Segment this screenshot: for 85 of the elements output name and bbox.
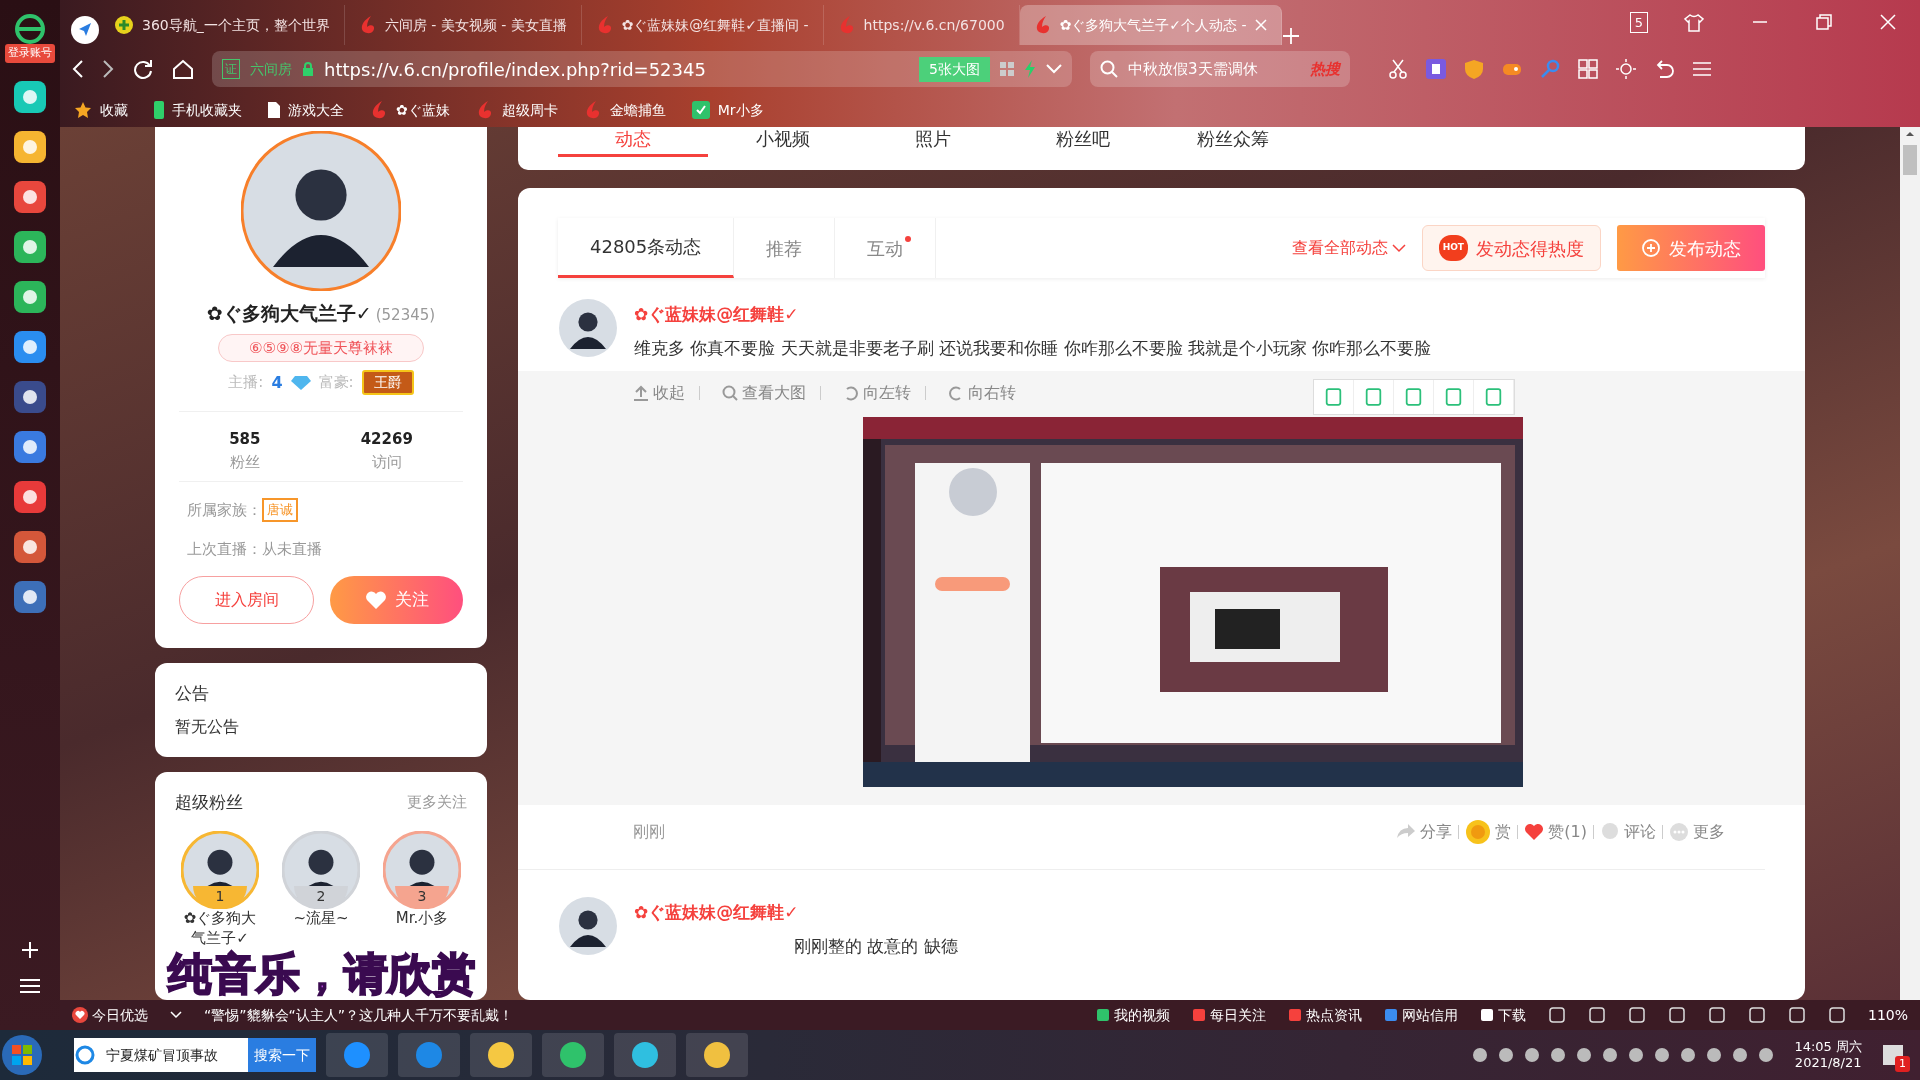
feed-tab[interactable]: 互动 xyxy=(835,218,937,278)
stat-value: 585 xyxy=(229,429,261,450)
bookmark-link[interactable]: ✿ぐ蓝妹 xyxy=(396,99,450,121)
nav-tab[interactable]: 照片 xyxy=(858,127,1008,157)
browser-tab[interactable]: ✿ぐ多狗大气兰子✓个人动态 - xyxy=(1019,5,1282,45)
status-link[interactable]: 每日关注 xyxy=(1209,1004,1266,1026)
nav-tab[interactable]: 粉丝众筹 xyxy=(1158,127,1308,157)
site-name: 六间房 xyxy=(250,59,292,79)
bookmark-link[interactable]: 收藏 xyxy=(100,99,128,121)
nav-tab[interactable]: 小视频 xyxy=(708,127,858,157)
bookmark-link[interactable]: Mr小多 xyxy=(717,99,764,121)
post-author: ✿ぐ蓝妹妹@红舞鞋✓ xyxy=(634,303,800,326)
status-link[interactable]: 我的视频 xyxy=(1113,1004,1170,1026)
bookmark-link[interactable]: 游戏大全 xyxy=(288,99,344,121)
bookmark-link[interactable]: 超级周卡 xyxy=(501,99,558,121)
enter-room-button[interactable]: 进入房间 xyxy=(179,576,314,624)
hot-search-label: 热搜 xyxy=(1310,58,1340,80)
bookmark-link[interactable]: 手机收藏夹 xyxy=(172,99,242,121)
tab-count-button[interactable]: 5 xyxy=(1629,11,1648,34)
last-live-text: 上次直播：从未直播 xyxy=(186,538,323,560)
rank-badge: 2 xyxy=(294,886,348,908)
status-link[interactable]: 热点资讯 xyxy=(1305,1004,1362,1026)
family-badge: 唐诚 xyxy=(262,498,298,522)
post-action-link[interactable]: 更多 xyxy=(1669,820,1725,844)
post-action-link[interactable]: 赞(1) xyxy=(1524,820,1587,844)
anchor-level: 4 xyxy=(271,371,283,394)
status-link[interactable]: 网站信用 xyxy=(1401,1004,1458,1026)
post-action-link[interactable]: 分享 xyxy=(1396,820,1453,844)
hot-badge: HOT xyxy=(1438,235,1468,261)
notification-badge: 1 xyxy=(1895,1055,1910,1072)
post-text: 刚刚整的 故意的 缺德 xyxy=(794,934,958,958)
stat-label: 粉丝 xyxy=(229,451,260,473)
image-tool-link[interactable]: 收起 xyxy=(633,381,685,405)
publish-button[interactable]: 发布动态 xyxy=(1617,225,1765,271)
status-link[interactable]: 下载 xyxy=(1497,1004,1526,1026)
search-button[interactable]: 搜索一下 xyxy=(248,1038,316,1072)
nav-tab[interactable]: 粉丝吧 xyxy=(1008,127,1158,157)
browser-tab[interactable]: 六间房 - 美女视频 - 美女直播 xyxy=(344,5,582,45)
post-time: 刚刚 xyxy=(633,821,665,843)
anchor-label: 主播: xyxy=(228,372,264,394)
browser-tab[interactable]: 360导航_一个主页，整个世界 xyxy=(100,5,345,45)
image-tool-link[interactable]: 向右转 xyxy=(948,381,1016,405)
clock-date: 2021/8/21 xyxy=(1794,1055,1862,1072)
user-id: (52345) xyxy=(375,305,436,326)
zoom-level[interactable]: 110% xyxy=(1867,1004,1908,1026)
more-follows-link[interactable]: 更多关注 xyxy=(407,791,467,814)
news-ticker[interactable]: “警惕”貔貅会“认主人”？这几种人千万不要乱戴！ xyxy=(204,1004,513,1026)
section-title: 超级粉丝 xyxy=(175,790,243,814)
post-author: ✿ぐ蓝妹妹@红舞鞋✓ xyxy=(634,901,800,924)
stat-label: 访问 xyxy=(371,451,402,473)
user-name: ✿ぐ多狗大气兰子✓ xyxy=(206,301,372,326)
post-text: 维克多 你真不要脸 天天就是非要老子刷 还说我要和你睡 你咋那么不要脸 我就是个小玩家 你咋那么不要脸 xyxy=(634,336,1432,360)
rank-badge: 1 xyxy=(193,886,247,908)
clock-time: 14:05 周六 xyxy=(1794,1038,1862,1055)
image-tool-link[interactable]: 查看大图 xyxy=(722,381,806,405)
taskbar-search-field[interactable]: 宁夏煤矿冒顶事故 xyxy=(96,1044,248,1066)
rank-badge: 王爵 xyxy=(361,370,414,395)
feed-tab[interactable]: 推荐 xyxy=(734,218,836,278)
post-action-link[interactable]: 赏 xyxy=(1465,819,1512,845)
certificate-badge: 证 xyxy=(222,59,240,79)
rich-label: 富豪: xyxy=(318,372,354,394)
fan-name: ✿ぐ多狗大气兰子✓ xyxy=(182,909,258,948)
family-label: 所属家族： xyxy=(187,499,262,521)
title-badge: ⑥⑤⑨⑧无量天尊袜袜 xyxy=(218,333,424,362)
status-link[interactable]: 今日优选 xyxy=(92,1004,148,1026)
post-action-link[interactable]: 评论 xyxy=(1600,820,1656,844)
rank-badge: 3 xyxy=(395,886,449,908)
feed-tab[interactable]: 42805条动态 xyxy=(558,218,735,278)
fan-name: Mr.小多 xyxy=(394,909,450,929)
search-field[interactable]: 中秋放假3天需调休 xyxy=(1128,57,1300,81)
announcement-text: 暂无公告 xyxy=(175,715,240,738)
view-all-link[interactable]: 查看全部动态 xyxy=(1291,236,1388,260)
url-text: https://v.6.cn/profile/index.php?rid=52345 xyxy=(324,57,707,82)
browser-tab[interactable]: ✿ぐ蓝妹妹@红舞鞋✓直播间 - xyxy=(581,5,824,45)
section-title: 公告 xyxy=(175,682,210,705)
nav-tab[interactable]: 动态 xyxy=(558,127,708,157)
image-tool-link[interactable]: 向左转 xyxy=(843,381,911,405)
bookmark-link[interactable]: 金蟾捕鱼 xyxy=(609,99,666,121)
lyrics-overlay: 纯音乐，请欣赏 xyxy=(168,952,476,996)
browser-tab[interactable]: https://v.6.cn/67000 xyxy=(823,5,1020,45)
stat-value: 42269 xyxy=(360,429,413,450)
follow-button[interactable]: 关注 xyxy=(330,576,463,624)
fan-name: ~流星~ xyxy=(292,909,350,929)
login-button[interactable]: 登录账号 xyxy=(5,44,55,63)
heat-button[interactable]: HOT 发动态得热度 xyxy=(1421,225,1601,271)
